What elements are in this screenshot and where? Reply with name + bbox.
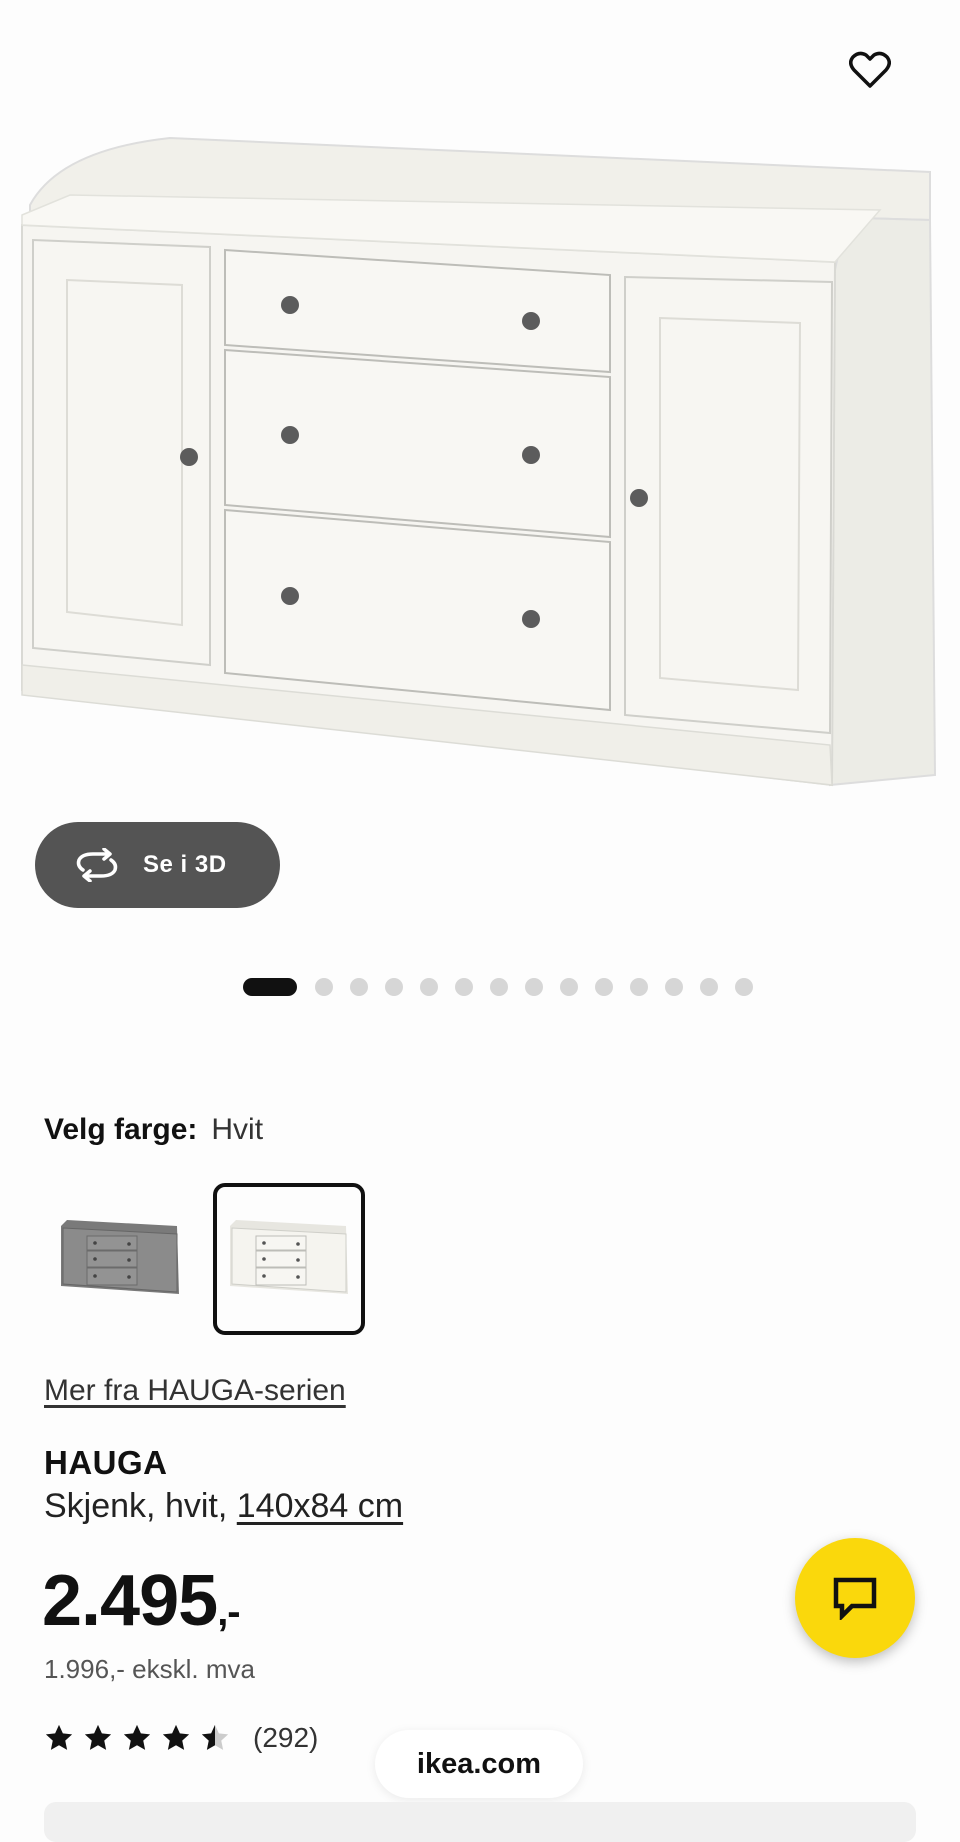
bottom-panel [44, 1802, 916, 1842]
carousel-dot[interactable] [665, 978, 683, 996]
carousel-dot[interactable] [630, 978, 648, 996]
carousel-dot[interactable] [350, 978, 368, 996]
chat-button[interactable] [795, 1538, 915, 1658]
carousel-dot[interactable] [595, 978, 613, 996]
carousel-dot[interactable] [735, 978, 753, 996]
color-selected-value: Hvit [211, 1113, 264, 1146]
carousel-dot[interactable] [420, 978, 438, 996]
view-3d-button[interactable]: Se i 3D [35, 822, 280, 908]
color-swatch-white[interactable] [213, 1183, 365, 1335]
chat-bubble-icon [833, 1577, 877, 1620]
price-ex-vat: 1.996,- ekskl. mva [44, 1654, 255, 1684]
swatch-white-thumbnail [230, 1220, 348, 1294]
rating[interactable]: (292) [44, 1722, 318, 1754]
price-amount: 2.495 [42, 1561, 218, 1641]
carousel-dot[interactable] [560, 978, 578, 996]
star-full-icon [84, 1724, 112, 1750]
rating-count: (292) [253, 1722, 319, 1753]
carousel-dots [243, 978, 770, 996]
carousel-dot[interactable] [525, 978, 543, 996]
carousel-dot[interactable] [315, 978, 333, 996]
price-suffix: ,- [217, 1590, 240, 1634]
swatch-grey-thumbnail [61, 1220, 179, 1294]
star-full-icon [123, 1724, 151, 1750]
browser-domain-pill[interactable]: ikea.com [375, 1730, 583, 1798]
color-label-key: Velg farge: [44, 1113, 198, 1146]
product-name: HAUGA [44, 1444, 168, 1481]
color-label: Velg farge: Hvit [44, 1113, 263, 1147]
star-full-icon [45, 1724, 73, 1750]
price: 2.495,- [42, 1560, 241, 1642]
product-description: Skjenk, hvit, 140x84 cm [44, 1487, 403, 1526]
carousel-dot[interactable] [490, 978, 508, 996]
carousel-dot[interactable] [385, 978, 403, 996]
favorite-button[interactable] [840, 40, 900, 100]
carousel-dot[interactable] [455, 978, 473, 996]
star-half-icon [201, 1724, 229, 1750]
carousel-dot-active[interactable] [243, 978, 297, 996]
product-image[interactable] [0, 0, 960, 800]
series-link[interactable]: Mer fra HAUGA-serien [44, 1374, 346, 1408]
product-description-text: Skjenk, hvit, [44, 1487, 228, 1525]
product-size-link[interactable]: 140x84 cm [237, 1487, 403, 1525]
star-full-icon [162, 1724, 190, 1750]
heart-outline-icon [849, 51, 891, 88]
color-swatch-grey[interactable] [44, 1183, 196, 1335]
view-3d-label: Se i 3D [143, 851, 227, 878]
carousel-dot[interactable] [700, 978, 718, 996]
rotate-3d-icon [76, 848, 118, 882]
